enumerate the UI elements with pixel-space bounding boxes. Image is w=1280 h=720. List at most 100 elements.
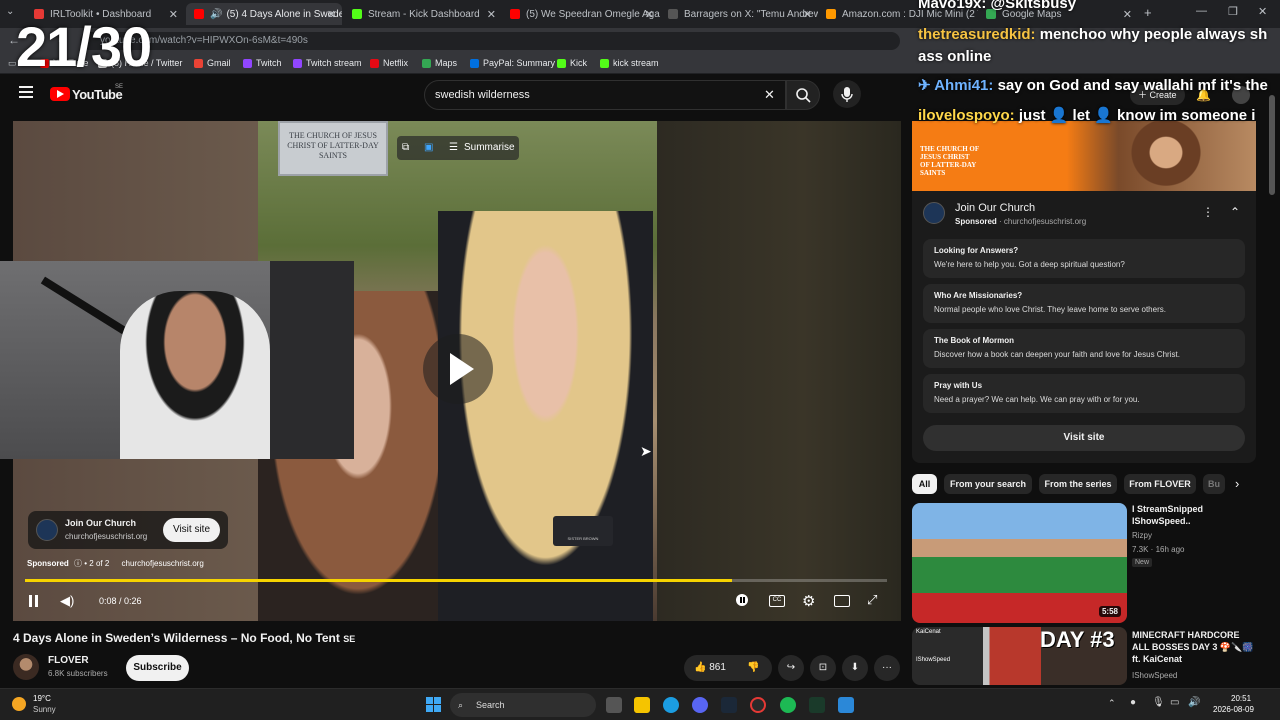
notepad-icon[interactable] bbox=[838, 697, 854, 713]
recommendation-title[interactable]: MINECRAFT HARDCORE ALL BOSSES DAY 3 🍄🔪🎆 … bbox=[1132, 629, 1257, 665]
recommendation-thumbnail[interactable]: DAY #3 KaiCenat IShowSpeed bbox=[912, 627, 1127, 685]
recommendation-title[interactable]: I StreamSnipped IShowSpeed.. bbox=[1132, 503, 1257, 527]
youtube-logo-icon[interactable] bbox=[50, 87, 70, 101]
chips-next-chevron-icon[interactable]: › bbox=[1235, 476, 1239, 491]
recommendation-channel[interactable]: IShowSpeed bbox=[1132, 671, 1177, 680]
bookmark-maps[interactable]: Maps bbox=[422, 58, 457, 68]
taskbar-search[interactable]: ⌕ Search bbox=[450, 693, 596, 717]
weather-sun-icon[interactable] bbox=[12, 697, 26, 711]
subscribe-button[interactable]: Subscribe bbox=[126, 655, 189, 681]
sidebar-ad-title[interactable]: Join Our Church bbox=[955, 202, 1035, 214]
netflix-icon bbox=[370, 58, 379, 68]
ad-question-card[interactable]: Who Are Missionaries? Normal people who l… bbox=[923, 284, 1245, 323]
search-input[interactable]: swedish wilderness bbox=[424, 80, 786, 110]
ad-question-title: Who Are Missionaries? bbox=[934, 291, 1023, 300]
task-view-icon[interactable] bbox=[606, 697, 622, 713]
url-field[interactable]: youtube.com/watch?v=HIPWXOn-6sM&t=490s bbox=[80, 32, 900, 50]
bookmark-netflix[interactable]: Netflix bbox=[370, 58, 408, 68]
captions-icon[interactable]: CC bbox=[769, 595, 785, 607]
volume-icon[interactable]: ◀) bbox=[60, 593, 74, 609]
progress-bar[interactable] bbox=[25, 579, 887, 582]
tab-youtube-omegle[interactable]: (5) We Speedran Omegle Against✕ bbox=[502, 3, 660, 25]
chip-from-the-series[interactable]: From the series bbox=[1039, 474, 1117, 494]
recommendation-channel[interactable]: Rizpy bbox=[1132, 531, 1152, 540]
chip-partial[interactable]: Bu bbox=[1203, 474, 1225, 494]
info-icon[interactable]: ⓘ bbox=[74, 559, 82, 568]
close-tab-icon[interactable]: ✕ bbox=[645, 8, 654, 21]
visit-site-button[interactable]: Visit site bbox=[163, 518, 220, 542]
spotify-icon[interactable] bbox=[780, 697, 796, 713]
collapse-chevron-icon[interactable]: ⌃ bbox=[1230, 205, 1240, 219]
autoplay-toggle[interactable] bbox=[736, 594, 748, 606]
maps-icon bbox=[422, 58, 431, 68]
summarise-button[interactable]: Summarise bbox=[464, 136, 515, 160]
volume-tray-icon[interactable]: 🔊 bbox=[1188, 697, 1200, 708]
ad-question-card[interactable]: The Book of Mormon Discover how a book ca… bbox=[923, 329, 1245, 368]
bookmark-gmail[interactable]: Gmail bbox=[194, 58, 231, 68]
pause-button[interactable] bbox=[27, 594, 41, 608]
sidebar-visit-site-button[interactable]: Visit site bbox=[923, 425, 1245, 451]
bookmark-kick[interactable]: Kick bbox=[557, 58, 587, 68]
search-button[interactable] bbox=[786, 80, 820, 110]
steam-icon[interactable] bbox=[721, 697, 737, 713]
ad-question-desc: Discover how a book can deepen your fait… bbox=[934, 350, 1180, 359]
chat-text: @Skitsbusy bbox=[990, 0, 1077, 12]
tray-mic-icon[interactable]: 🎙 bbox=[1152, 697, 1165, 708]
windows-start-icon[interactable] bbox=[426, 697, 441, 712]
menu-icon[interactable] bbox=[19, 86, 33, 98]
pip-icon[interactable]: ▣ bbox=[424, 136, 433, 160]
voice-search-button[interactable] bbox=[833, 80, 861, 108]
tab-youtube-active[interactable]: 🔊 (5) 4 Days Alone in Sweden's✕ bbox=[186, 3, 342, 25]
tab-label: Barragers on X: "Temu Andrew Ta bbox=[684, 8, 818, 20]
network-icon[interactable]: ▭ bbox=[1170, 697, 1179, 708]
settings-gear-icon[interactable]: ⚙ bbox=[802, 592, 815, 610]
miniplayer-icon[interactable]: ⧉ bbox=[402, 136, 409, 160]
dislike-icon[interactable]: 👎 bbox=[747, 655, 759, 681]
close-tab-icon[interactable]: ✕ bbox=[327, 8, 336, 21]
bookmark-label: Kick bbox=[570, 58, 588, 68]
download-icon[interactable]: ⬇ bbox=[842, 655, 868, 681]
chip-from-flover[interactable]: From FLOVER bbox=[1124, 474, 1196, 494]
tab-kick-dashboard[interactable]: Stream - Kick Dashboard ✕ bbox=[344, 3, 502, 25]
ad-banner-image[interactable]: THE CHURCH OF JESUS CHRIST OF LATTER-DAY… bbox=[912, 121, 1256, 191]
speaker-icon[interactable]: 🔊 bbox=[210, 9, 222, 20]
duration-badge: 5:58 bbox=[1098, 606, 1121, 617]
bookmark-paypal[interactable]: PayPal: Summary bbox=[470, 58, 555, 68]
close-tab-icon[interactable]: ✕ bbox=[169, 8, 178, 21]
file-explorer-icon[interactable] bbox=[634, 697, 650, 713]
discord-icon[interactable] bbox=[692, 697, 708, 713]
ad-question-card[interactable]: Looking for Answers? We're here to help y… bbox=[923, 239, 1245, 278]
channel-name[interactable]: FLOVER bbox=[48, 655, 89, 666]
save-bookmark-icon[interactable]: ⊡ bbox=[810, 655, 836, 681]
close-tab-icon[interactable]: ✕ bbox=[487, 8, 496, 21]
bookmark-twitch-stream[interactable]: Twitch stream bbox=[293, 58, 362, 68]
theater-mode-icon[interactable] bbox=[834, 595, 850, 607]
channel-avatar[interactable] bbox=[13, 654, 39, 680]
fullscreen-icon[interactable]: ⤢ bbox=[867, 592, 877, 608]
tray-app-icon[interactable]: ● bbox=[1130, 697, 1136, 708]
obs-icon[interactable] bbox=[750, 697, 766, 713]
church-logo-icon bbox=[36, 519, 58, 541]
terminal-icon[interactable] bbox=[809, 697, 825, 713]
recommendation-thumbnail[interactable]: 5:58 bbox=[912, 503, 1127, 623]
chip-from-your-search[interactable]: From your search bbox=[944, 474, 1032, 494]
ad-menu-icon[interactable]: ⋮ bbox=[1202, 205, 1214, 219]
tab-x-barragers[interactable]: Barragers on X: "Temu Andrew Ta✕ bbox=[660, 3, 818, 25]
bookmark-twitch[interactable]: Twitch bbox=[243, 58, 282, 68]
tray-chevron-icon[interactable]: ⌃ bbox=[1108, 698, 1116, 709]
close-tab-icon[interactable]: ✕ bbox=[803, 8, 812, 21]
ad-domain-link[interactable]: churchofjesuschrist.org bbox=[122, 559, 204, 568]
bookmark-kick-stream[interactable]: kick stream bbox=[600, 58, 659, 68]
edge-icon[interactable] bbox=[663, 697, 679, 713]
play-overlay-icon[interactable] bbox=[423, 334, 493, 404]
clock-time[interactable]: 20:51 bbox=[1231, 694, 1251, 703]
chip-all[interactable]: All bbox=[912, 474, 937, 494]
ad-question-card[interactable]: Pray with Us Need a prayer? We can help. … bbox=[923, 374, 1245, 413]
clear-search-icon[interactable]: ✕ bbox=[764, 87, 775, 103]
more-options-icon[interactable]: ··· bbox=[874, 655, 900, 681]
share-icon[interactable]: ↪ bbox=[778, 655, 804, 681]
clock-date[interactable]: 2026-08-09 bbox=[1213, 705, 1254, 714]
thumbnail-label: IShowSpeed bbox=[916, 657, 951, 663]
like-button[interactable]: 👍 861 bbox=[694, 662, 726, 673]
weather-temp[interactable]: 19°C bbox=[33, 694, 51, 703]
